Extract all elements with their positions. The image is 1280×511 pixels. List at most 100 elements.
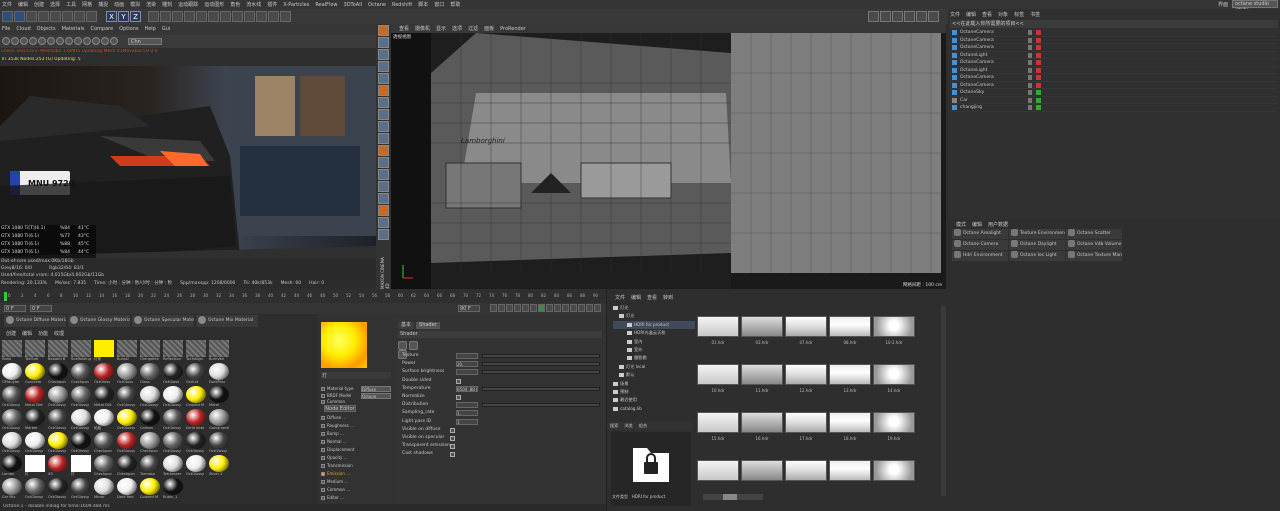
prop-value[interactable]: Octane (361, 392, 391, 399)
ab-tree-item[interactable]: 摄影棚 (613, 354, 695, 362)
menu-item[interactable]: 运动跟踪 (178, 2, 198, 8)
material-swatch[interactable] (117, 455, 137, 472)
tool-icon[interactable] (26, 11, 37, 22)
material-channel[interactable]: Common ... (321, 486, 391, 494)
axis-y-button[interactable]: Y (118, 11, 129, 22)
material-swatch[interactable] (140, 340, 160, 357)
ov-tool-icon[interactable] (83, 37, 91, 45)
tag-icon[interactable] (1036, 52, 1041, 58)
visibility-dots[interactable] (1028, 37, 1032, 43)
material-swatch[interactable] (186, 455, 206, 472)
attr-value[interactable]: 20. (456, 361, 478, 368)
material-swatch[interactable] (209, 386, 229, 403)
tag-icon[interactable] (1036, 97, 1041, 103)
vp-menu-item[interactable]: 显示 (436, 26, 446, 32)
channel-check[interactable] (321, 480, 325, 484)
material-swatch[interactable] (117, 340, 137, 357)
transport-button[interactable] (554, 304, 561, 312)
tool-icon[interactable] (184, 11, 195, 22)
mode-tool-icon[interactable] (378, 37, 389, 48)
obj-menu-item[interactable]: 编辑 (966, 12, 976, 18)
material-swatch[interactable] (209, 432, 229, 449)
mode-tool-icon[interactable] (378, 229, 389, 240)
attr-checkbox[interactable] (450, 452, 455, 458)
prop-value[interactable]: Diffuse (361, 386, 391, 392)
material-swatch[interactable] (209, 363, 229, 380)
tool-icon[interactable] (14, 11, 25, 22)
visibility-dots[interactable] (1028, 30, 1032, 35)
material-swatch[interactable] (25, 409, 45, 426)
transport-button[interactable] (498, 304, 505, 312)
hdr-thumbnail[interactable] (829, 364, 871, 385)
visibility-dots[interactable] (1028, 105, 1032, 110)
tool-icon[interactable] (244, 11, 255, 22)
tool-icon[interactable] (232, 11, 243, 22)
hdr-thumbnail[interactable] (697, 364, 739, 385)
material-swatch[interactable] (2, 386, 22, 403)
material-swatch[interactable] (94, 432, 114, 449)
material-swatch[interactable] (163, 409, 183, 426)
tag-icon[interactable] (1036, 45, 1041, 50)
frame-start[interactable]: 0 F (30, 305, 52, 312)
object-row[interactable]: OctaneCamera (950, 59, 1278, 67)
attr-row[interactable]: Visible on diffuse (402, 426, 602, 434)
content-item[interactable]: Texture Environment (1009, 229, 1065, 239)
material-swatch[interactable] (209, 340, 229, 357)
material-swatch[interactable] (186, 432, 206, 449)
attr-checkbox[interactable] (456, 378, 461, 384)
object-row[interactable]: OctaneCamera (950, 74, 1278, 82)
ov-menu-item[interactable]: Materials (62, 26, 85, 32)
material-swatch[interactable] (94, 340, 114, 357)
frame-current[interactable]: 0 F (4, 305, 26, 312)
material-channel[interactable]: Emission ... (321, 470, 391, 478)
vp-menu-item[interactable]: 摄像机 (415, 26, 430, 32)
attr-row[interactable]: Texture (402, 352, 602, 360)
transport-button[interactable] (522, 304, 529, 312)
material-swatch[interactable] (209, 409, 229, 426)
channel-check[interactable] (321, 464, 325, 468)
obj-menu-item[interactable]: 查看 (982, 12, 992, 18)
attr-value[interactable]: 1 (456, 418, 478, 425)
attr-checkbox[interactable] (450, 427, 455, 433)
ov-tool-icon[interactable] (110, 37, 118, 45)
material-swatch[interactable] (2, 340, 22, 357)
menu-item[interactable]: 捕捉 (98, 2, 108, 8)
attr-row[interactable]: Power 20. (402, 360, 602, 368)
mode-tool-icon[interactable] (378, 49, 389, 60)
ab-zoom-slider[interactable] (703, 494, 763, 500)
menu-item[interactable]: 流水线 (246, 2, 261, 8)
channel-check[interactable] (321, 440, 325, 444)
attr-slider[interactable] (482, 370, 600, 375)
node-editor-button[interactable]: Node Editor (324, 405, 356, 412)
obj-menu-item[interactable]: 对象 (998, 12, 1008, 18)
visibility-dots[interactable] (1028, 82, 1032, 88)
material-channel[interactable]: Diffuse ... (321, 414, 391, 422)
channel-check[interactable] (321, 432, 325, 436)
material-swatch[interactable] (48, 478, 68, 495)
content-menu-item[interactable]: 模式 (956, 222, 966, 228)
tool-icon[interactable] (256, 11, 267, 22)
visibility-dots[interactable] (1028, 75, 1032, 80)
menu-item[interactable]: 运动图形 (204, 2, 224, 8)
object-row[interactable]: OctaneLight (950, 52, 1278, 59)
material-swatch[interactable] (25, 478, 45, 495)
attr-value[interactable]: 1. (456, 410, 478, 417)
transport-button[interactable] (530, 304, 537, 312)
transport-button[interactable] (514, 304, 521, 312)
tag-icon[interactable] (1036, 67, 1041, 73)
attr-value[interactable] (456, 369, 478, 376)
ov-menu-item[interactable]: File (2, 26, 10, 32)
attr-row[interactable]: Transparent emission (402, 442, 602, 450)
ab-tree-item[interactable]: 场景 (613, 380, 695, 388)
material-swatch[interactable] (186, 363, 206, 380)
mode-tool-icon[interactable] (378, 109, 389, 120)
axis-z-button[interactable]: Z (130, 11, 141, 22)
tool-icon[interactable] (148, 11, 159, 22)
tool-icon[interactable] (74, 11, 85, 22)
material-swatch[interactable] (186, 409, 206, 426)
material-swatch[interactable] (94, 386, 114, 403)
mode-tool-icon[interactable] (378, 97, 389, 108)
mode-tool-icon[interactable] (378, 73, 389, 84)
obj-menu-item[interactable]: 标签 (1014, 12, 1024, 18)
vp-menu-item[interactable]: 面板 (484, 26, 494, 32)
